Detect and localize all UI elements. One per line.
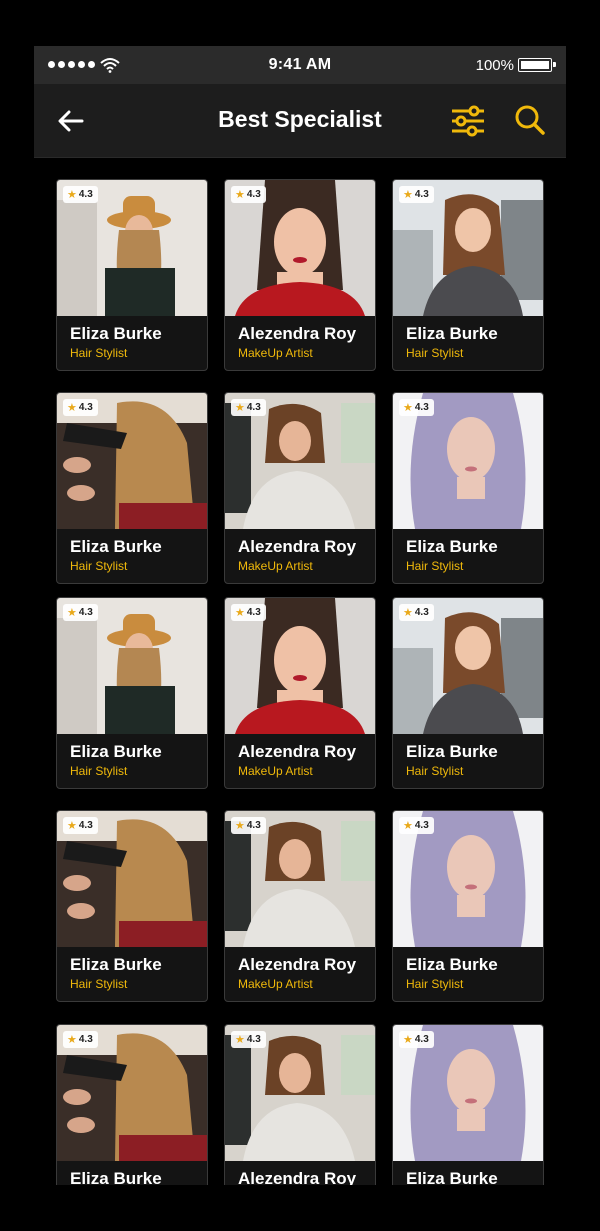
star-icon: ★ — [67, 820, 77, 832]
rating-value: 4.3 — [414, 189, 429, 200]
rating-value: 4.3 — [246, 820, 261, 831]
specialist-card[interactable]: ★ 4.3 Alezendra Roy MakeUp Artist — [224, 597, 376, 789]
rating-badge: ★ 4.3 — [63, 604, 98, 621]
rating-value: 4.3 — [414, 1034, 429, 1045]
rating-value: 4.3 — [78, 820, 93, 831]
specialist-role: Hair Stylist — [406, 346, 464, 360]
specialist-name: Eliza Burke — [70, 324, 162, 343]
specialist-name: Alezendra Roy — [238, 742, 357, 761]
rating-badge: ★ 4.3 — [231, 186, 266, 203]
specialist-role: MakeUp Artist — [238, 346, 313, 360]
rating-value: 4.3 — [414, 607, 429, 618]
specialist-role: Hair Stylist — [70, 977, 128, 991]
specialist-role: Hair Stylist — [406, 764, 464, 778]
rating-badge: ★ 4.3 — [231, 399, 266, 416]
specialist-name: Eliza Burke — [406, 324, 498, 343]
rating-badge: ★ 4.3 — [63, 399, 98, 416]
page-title: Best Specialist — [218, 106, 382, 132]
rating-value: 4.3 — [78, 607, 93, 618]
star-icon: ★ — [67, 402, 77, 414]
rating-badge: ★ 4.3 — [63, 1031, 98, 1048]
star-icon: ★ — [403, 820, 413, 832]
app-header: Best Specialist — [34, 84, 566, 158]
specialist-role: MakeUp Artist — [238, 559, 313, 573]
specialist-role: Hair Stylist — [70, 346, 128, 360]
specialist-card[interactable]: ★ 4.3 Eliza Burke Hair Stylist — [56, 1024, 208, 1185]
specialist-name: Alezendra Roy — [238, 955, 357, 974]
specialist-card[interactable]: ★ 4.3 Eliza Burke Hair Stylist — [56, 179, 208, 371]
specialist-grid: ★ 4.3 Eliza Burke Hair Stylist ★ 4.3 Ale… — [56, 179, 546, 1185]
rating-badge: ★ 4.3 — [63, 186, 98, 203]
phone-screen: 9:41 AM 100% Best Specialist ★ 4.3 Eliza… — [34, 46, 566, 1185]
specialist-role: MakeUp Artist — [238, 764, 313, 778]
star-icon: ★ — [403, 189, 413, 201]
rating-badge: ★ 4.3 — [63, 817, 98, 834]
rating-value: 4.3 — [246, 402, 261, 413]
specialist-name: Eliza Burke — [70, 742, 162, 761]
rating-value: 4.3 — [414, 820, 429, 831]
specialist-name: Alezendra Roy — [238, 537, 357, 556]
specialist-card[interactable]: ★ 4.3 Alezendra Roy MakeUp Artist — [224, 179, 376, 371]
specialist-card[interactable]: ★ 4.3 Alezendra Roy MakeUp Artist — [224, 810, 376, 1002]
rating-badge: ★ 4.3 — [231, 1031, 266, 1048]
star-icon: ★ — [67, 607, 77, 619]
rating-value: 4.3 — [414, 402, 429, 413]
specialist-role: Hair Stylist — [406, 559, 464, 573]
specialist-role: Hair Stylist — [406, 977, 464, 991]
specialist-name: Eliza Burke — [406, 1169, 498, 1185]
specialist-card[interactable]: ★ 4.3 Eliza Burke Hair Stylist — [56, 810, 208, 1002]
specialist-name: Alezendra Roy — [238, 324, 357, 343]
star-icon: ★ — [403, 607, 413, 619]
rating-value: 4.3 — [246, 1034, 261, 1045]
specialist-card[interactable]: ★ 4.3 Eliza Burke Hair Stylist — [392, 597, 544, 789]
specialist-name: Eliza Burke — [406, 537, 498, 556]
specialist-name: Eliza Burke — [70, 955, 162, 974]
rating-badge: ★ 4.3 — [399, 1031, 434, 1048]
rating-value: 4.3 — [78, 1034, 93, 1045]
battery-percentage: 100% — [475, 57, 514, 74]
rating-badge: ★ 4.3 — [231, 817, 266, 834]
specialist-name: Alezendra Roy — [238, 1169, 357, 1185]
specialist-name: Eliza Burke — [406, 955, 498, 974]
specialist-name: Eliza Burke — [406, 742, 498, 761]
star-icon: ★ — [235, 189, 245, 201]
star-icon: ★ — [403, 1034, 413, 1046]
rating-badge: ★ 4.3 — [399, 399, 434, 416]
specialist-card[interactable]: ★ 4.3 Alezendra Roy MakeUp Artist — [224, 1024, 376, 1185]
specialist-card[interactable]: ★ 4.3 Eliza Burke Hair Stylist — [392, 1024, 544, 1185]
rating-badge: ★ 4.3 — [399, 817, 434, 834]
star-icon: ★ — [67, 1034, 77, 1046]
specialist-card[interactable]: ★ 4.3 Eliza Burke Hair Stylist — [56, 597, 208, 789]
specialist-card[interactable]: ★ 4.3 Alezendra Roy MakeUp Artist — [224, 392, 376, 584]
star-icon: ★ — [235, 820, 245, 832]
rating-badge: ★ 4.3 — [231, 604, 266, 621]
rating-value: 4.3 — [246, 189, 261, 200]
specialist-name: Eliza Burke — [70, 1169, 162, 1185]
specialist-card[interactable]: ★ 4.3 Eliza Burke Hair Stylist — [392, 179, 544, 371]
rating-badge: ★ 4.3 — [399, 186, 434, 203]
specialist-card[interactable]: ★ 4.3 Eliza Burke Hair Stylist — [392, 392, 544, 584]
rating-value: 4.3 — [78, 402, 93, 413]
star-icon: ★ — [235, 1034, 245, 1046]
star-icon: ★ — [403, 402, 413, 414]
specialist-role: Hair Stylist — [70, 764, 128, 778]
specialist-name: Eliza Burke — [70, 537, 162, 556]
specialist-card[interactable]: ★ 4.3 Eliza Burke Hair Stylist — [56, 392, 208, 584]
filter-sliders-icon[interactable] — [450, 104, 486, 138]
star-icon: ★ — [235, 402, 245, 414]
rating-badge: ★ 4.3 — [399, 604, 434, 621]
star-icon: ★ — [67, 189, 77, 201]
rating-value: 4.3 — [246, 607, 261, 618]
specialist-role: MakeUp Artist — [238, 977, 313, 991]
battery-icon — [518, 58, 556, 72]
rating-value: 4.3 — [78, 189, 93, 200]
specialist-card[interactable]: ★ 4.3 Eliza Burke Hair Stylist — [392, 810, 544, 1002]
star-icon: ★ — [235, 607, 245, 619]
search-icon[interactable] — [514, 104, 546, 136]
status-bar: 9:41 AM 100% — [34, 46, 566, 84]
specialist-role: Hair Stylist — [70, 559, 128, 573]
